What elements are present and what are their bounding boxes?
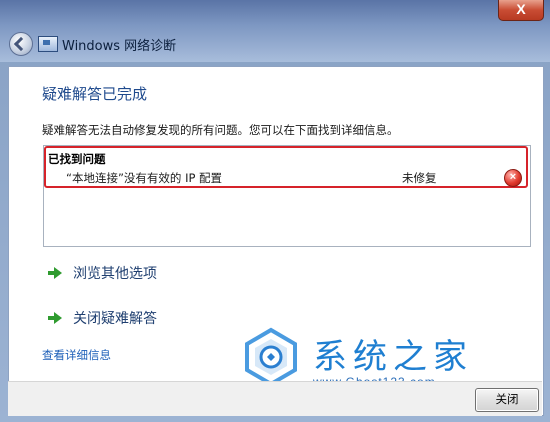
issue-highlight-box: 已找到问题 “本地连接”没有有效的 IP 配置 未修复 × — [44, 146, 528, 188]
issues-panel: 已找到问题 “本地连接”没有有效的 IP 配置 未修复 × — [43, 145, 531, 247]
content-area: 疑难解答已完成 疑难解答无法自动修复发现的所有问题。您可以在下面找到详细信息。 … — [8, 66, 544, 416]
window-title: Windows 网络诊断 — [62, 39, 177, 54]
green-arrow-icon — [47, 265, 63, 281]
error-icon: × — [504, 169, 522, 187]
issue-status: 未修复 — [402, 171, 437, 185]
option-label: 浏览其他选项 — [73, 266, 157, 282]
network-diagnostics-icon — [38, 36, 58, 52]
back-arrow-icon[interactable] — [9, 32, 33, 56]
found-issues-title: 已找到问题 — [48, 152, 106, 166]
option-close-troubleshooter[interactable]: 关闭疑难解答 — [47, 308, 157, 328]
close-button[interactable]: 关闭 — [475, 388, 539, 412]
option-browse-other[interactable]: 浏览其他选项 — [47, 263, 157, 283]
page-title: 疑难解答已完成 — [42, 85, 148, 103]
view-details-link[interactable]: 查看详细信息 — [42, 347, 111, 363]
background-blur — [120, 4, 420, 18]
watermark-logo-icon — [245, 327, 297, 387]
watermark-name: 系统之家 — [313, 337, 473, 377]
diagnostics-window: X Windows 网络诊断 疑难解答已完成 疑难解答无法自动修复发现的所有问题… — [0, 0, 550, 422]
green-arrow-icon — [47, 310, 63, 326]
window-close-button[interactable]: X — [498, 0, 544, 21]
footer-bar: 关闭 — [8, 381, 542, 416]
option-label: 关闭疑难解答 — [73, 311, 157, 327]
issue-description: “本地连接”没有有效的 IP 配置 — [66, 171, 223, 185]
page-description: 疑难解答无法自动修复发现的所有问题。您可以在下面找到详细信息。 — [42, 123, 399, 137]
